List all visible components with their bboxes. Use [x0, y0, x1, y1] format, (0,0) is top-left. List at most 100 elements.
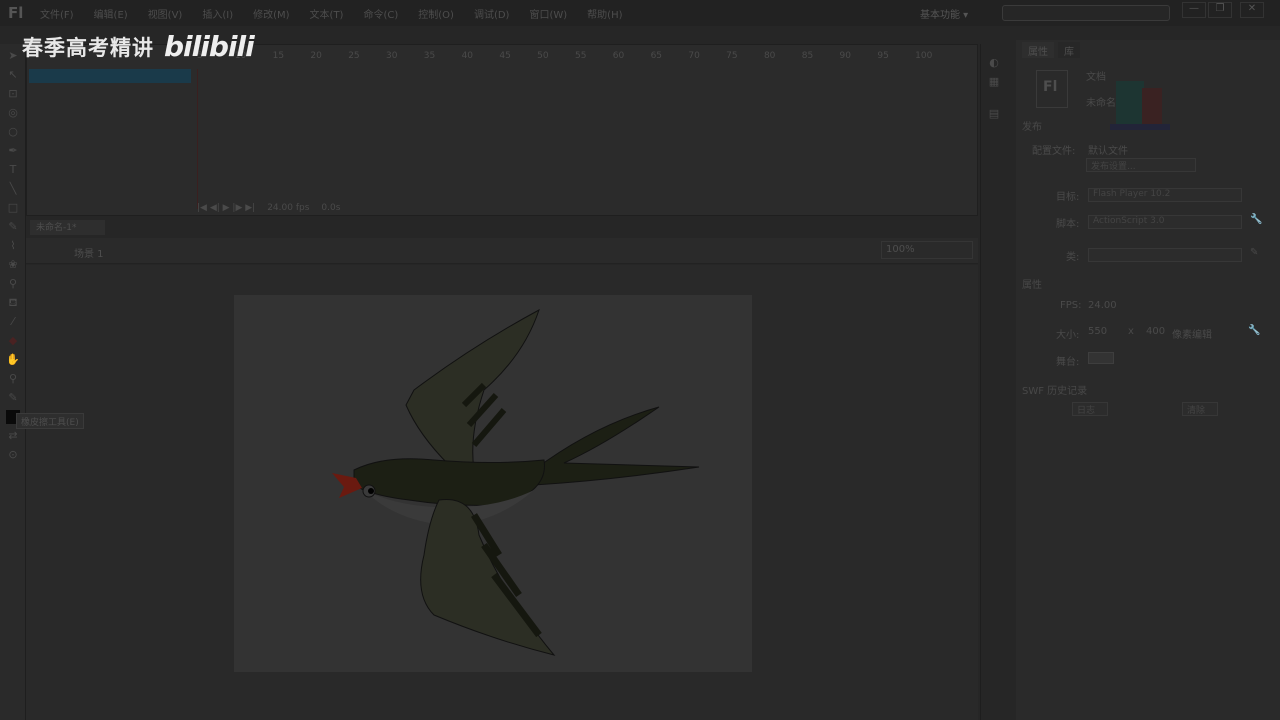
fps-readout: 24.00 fps [267, 203, 310, 213]
swf-history-section[interactable]: SWF 历史记录 [1022, 382, 1087, 397]
profile-value: 默认文件 [1088, 146, 1128, 157]
tooltip: 橡皮擦工具(E) [16, 413, 84, 429]
document-tab[interactable]: 未命名-1* [30, 220, 105, 235]
frame-number: 65 [650, 51, 663, 61]
bone-icon[interactable]: ⚲ [6, 277, 20, 291]
zoom-select[interactable]: 100% [881, 241, 973, 259]
playhead[interactable] [197, 69, 198, 209]
upper-wing [405, 308, 540, 471]
eyedropper-icon[interactable]: ⁄ [6, 315, 20, 329]
playback-controls[interactable]: |◀ ◀| ▶ |▶ ▶| [197, 203, 255, 215]
brush-icon[interactable]: ⌇ [6, 239, 20, 253]
menu-modify[interactable]: 修改(M) [253, 6, 289, 21]
free-transform-icon[interactable]: ⊡ [6, 87, 20, 101]
paint-bucket-icon[interactable]: ⛾ [6, 296, 20, 310]
profile-label: 配置文件: [1032, 146, 1076, 157]
menu-control[interactable]: 控制(O) [418, 6, 454, 21]
menu-debug[interactable]: 调试(D) [474, 6, 510, 21]
minimize-button[interactable]: — [1182, 2, 1206, 18]
hand-icon[interactable]: ✋ [6, 353, 20, 367]
menu-file[interactable]: 文件(F) [40, 6, 74, 21]
selection-tool-icon[interactable]: ➤ [6, 49, 20, 63]
menu-help[interactable]: 帮助(H) [587, 6, 622, 21]
clear-button[interactable]: 清除 [1182, 402, 1218, 416]
menu-window[interactable]: 窗口(W) [529, 6, 567, 21]
target-select[interactable]: Flash Player 10.2 [1088, 188, 1242, 202]
close-button[interactable]: ✕ [1240, 2, 1264, 18]
color-panel-icon[interactable]: ◐ [987, 56, 1001, 70]
frame-number: 75 [726, 51, 738, 61]
menu-view[interactable]: 视图(V) [148, 6, 183, 21]
publish-settings-button[interactable]: 发布设置... [1086, 158, 1196, 172]
align-icon[interactable]: ▤ [987, 107, 1001, 121]
publish-section[interactable]: 发布 [1022, 118, 1042, 133]
frame-number: 45 [499, 51, 511, 61]
3d-rotation-icon[interactable]: ◎ [6, 106, 20, 120]
swap-colors-icon[interactable]: ⇄ [6, 429, 20, 443]
tab-properties[interactable]: 属性 [1022, 42, 1054, 58]
frame-number: 15 [272, 51, 285, 61]
scene-breadcrumb[interactable]: 场景 1 [74, 245, 104, 260]
log-button[interactable]: 日志 [1072, 402, 1108, 416]
script-select[interactable]: ActionScript 3.0 [1088, 215, 1242, 229]
timeline-panel: 5 10 15 20 25 30 35 40 45 50 55 60 65 70 75 80 85 90 95 100… [26, 44, 978, 216]
zoom-icon[interactable]: ⚲ [6, 372, 20, 386]
text-tool-icon[interactable]: T [6, 163, 20, 177]
restore-button[interactable]: ❐ [1208, 2, 1232, 18]
frame-number: 70 [688, 51, 700, 61]
search-input[interactable] [1002, 5, 1170, 21]
frame-number: 85 [801, 51, 814, 61]
frame-number: 100 [915, 51, 933, 61]
height-value[interactable]: 400 [1146, 326, 1165, 337]
stroke-color-icon[interactable]: ✎ [6, 391, 20, 405]
deco-icon[interactable]: ❀ [6, 258, 20, 272]
script-label: 脚本: [1056, 219, 1080, 230]
snap-icon[interactable]: ⊙ [6, 448, 20, 462]
tab-library[interactable]: 库 [1058, 42, 1080, 58]
eraser-icon[interactable]: ◆ [6, 334, 20, 348]
subselection-tool-icon[interactable]: ↖ [6, 68, 20, 82]
watermark-text: 春季高考精讲 [22, 35, 154, 60]
swatches-icon[interactable]: ▦ [987, 75, 1001, 89]
watermark: 春季高考精讲 bilibili [22, 30, 255, 63]
stage-label: 舞台: [1056, 357, 1080, 368]
properties-section[interactable]: 属性 [1022, 276, 1042, 291]
rectangle-tool-icon[interactable]: □ [6, 201, 20, 215]
width-value[interactable]: 550 [1088, 326, 1107, 337]
menu-edit[interactable]: 编辑(E) [94, 6, 128, 21]
size-unit: 像素 [1172, 330, 1192, 341]
menu-commands[interactable]: 命令(C) [363, 6, 398, 21]
edit-button[interactable]: 编辑 [1192, 326, 1212, 341]
wrench-icon[interactable]: 🔧 [1248, 325, 1260, 336]
fps-label: FPS: [1060, 300, 1082, 311]
timeline-footer: |◀ ◀| ▶ |▶ ▶| 24.00 fps 0.0s [197, 203, 977, 215]
target-label: 目标: [1056, 192, 1080, 203]
frame-ruler[interactable]: 5 10 15 20 25 30 35 40 45 50 55 60 65 70 75 80 85 90 95 100 [197, 51, 967, 67]
tools-panel: ➤ ↖ ⊡ ◎ ○ ✒ T ╲ □ ✎ ⌇ ❀ ⚲ ⛾ ⁄ ◆ ✋ ⚲ ✎ ⇄ … [0, 44, 26, 720]
fps-value[interactable]: 24.00 [1088, 300, 1117, 311]
workspace-switcher[interactable]: 基本功能 ▾ [920, 6, 968, 21]
wrench-icon[interactable]: 🔧 [1250, 214, 1262, 225]
menu-text[interactable]: 文本(T) [310, 6, 344, 21]
properties-panel: 属性 库 Fl 文档 未命名-1 发布 配置文件: 默认文件 发布设置... 目… [1016, 40, 1280, 720]
class-label: 类: [1066, 252, 1080, 263]
stage-color-swatch[interactable] [1088, 352, 1114, 364]
frame-number: 90 [839, 51, 851, 61]
panel-dock: ◐ ▦ ▤ [980, 44, 1016, 720]
frame-number: 50 [537, 51, 549, 61]
layer-row[interactable] [29, 69, 191, 83]
line-tool-icon[interactable]: ╲ [6, 182, 20, 196]
frame-number: 95 [877, 51, 889, 61]
stage[interactable] [234, 295, 752, 672]
pen-tool-icon[interactable]: ✒ [6, 144, 20, 158]
pencil-icon[interactable]: ✎ [1250, 247, 1258, 258]
pasteboard [26, 265, 978, 720]
pencil-icon[interactable]: ✎ [6, 220, 20, 234]
fla-document-icon: Fl [1036, 70, 1068, 108]
frame-number: 25 [348, 51, 360, 61]
size-x: x [1128, 326, 1134, 337]
menu-insert[interactable]: 插入(I) [202, 6, 233, 21]
class-input[interactable] [1088, 248, 1242, 262]
lasso-icon[interactable]: ○ [6, 125, 20, 139]
bilibili-logo: bilibili [164, 30, 255, 63]
